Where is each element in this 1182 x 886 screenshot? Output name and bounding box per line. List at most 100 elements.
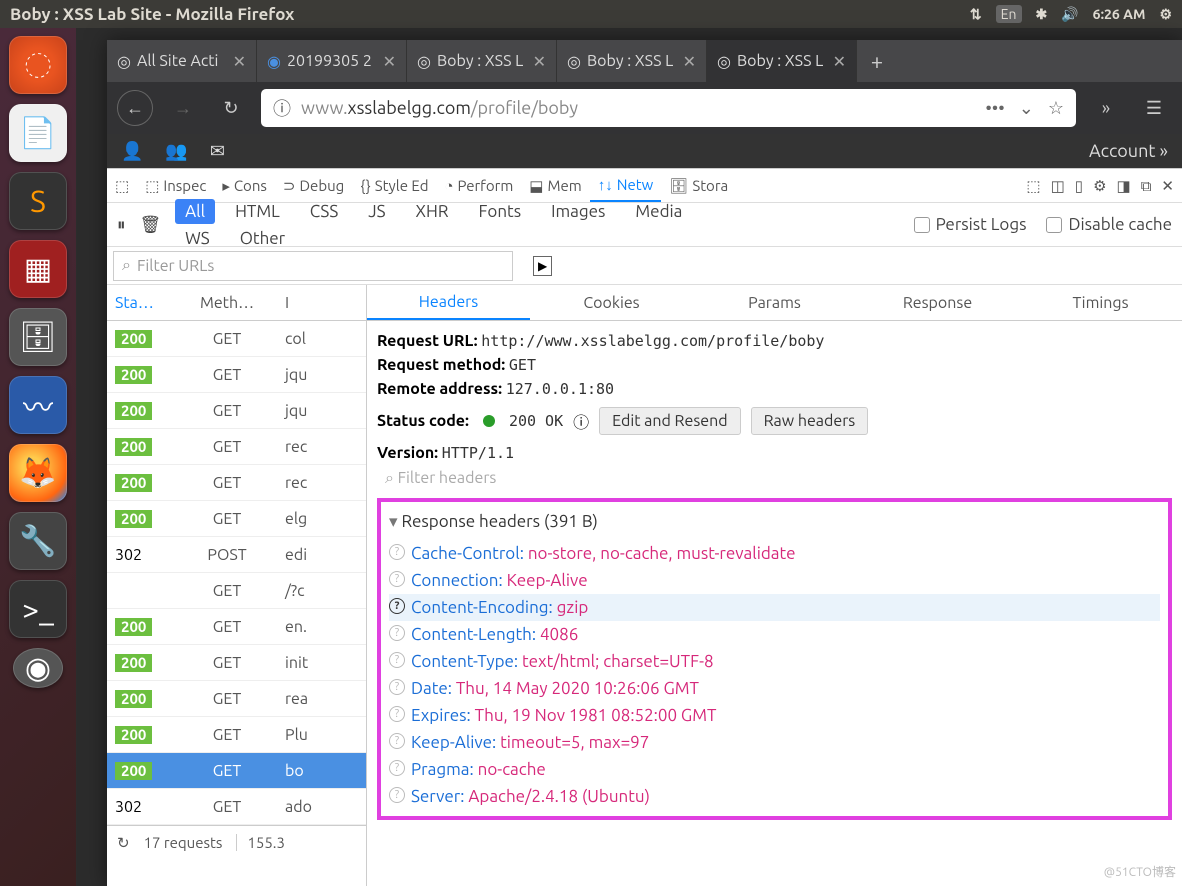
request-row[interactable]: 200GETjqu [107,393,366,429]
messages-icon[interactable]: ✉ [210,141,225,162]
col-method[interactable]: Meth… [177,294,277,312]
browser-tab-active[interactable]: ◎Boby : XSS L✕ [707,40,857,82]
close-icon[interactable]: ✕ [233,52,246,71]
dt-tab-debugger[interactable]: ⊃ Debug [275,169,352,202]
dt-tab-inspector[interactable]: ⬚ Inspec [137,169,214,202]
request-row[interactable]: 200GETrec [107,465,366,501]
profile-icon[interactable]: 👤 [121,141,143,162]
sublime-icon[interactable]: S [9,172,67,230]
col-file[interactable]: I [277,294,366,312]
request-row[interactable]: 200GETPlu [107,717,366,753]
text-editor-icon[interactable]: 📄 [9,104,67,162]
filter-fonts[interactable]: Fonts [468,199,531,224]
filter-urls-input[interactable]: ⌕ Filter URLs [113,251,513,281]
dt-tab-memory[interactable]: ⬓ Mem [521,169,589,202]
pick-element-icon[interactable]: ⬚ [107,169,137,202]
request-row[interactable]: 200GETrea [107,681,366,717]
tab-response[interactable]: Response [856,285,1019,320]
overflow-icon[interactable]: » [1088,90,1124,126]
settings-icon[interactable]: ⚙ [1093,177,1106,195]
bluetooth-icon[interactable]: ✱ [1036,6,1048,23]
filter-js[interactable]: JS [358,199,395,224]
dt-tab-perf[interactable]: ◔ Perform [436,169,521,202]
responsive-icon[interactable]: ⬚ [1026,177,1040,195]
meatball-icon[interactable]: ••• [985,98,1004,119]
popout-icon[interactable]: ⧉ [1141,177,1152,195]
files-icon[interactable]: 🗄 [9,308,67,366]
clock[interactable]: 6:26 AM [1093,6,1146,22]
persist-logs-checkbox[interactable]: Persist Logs [914,215,1027,234]
dock-icon[interactable]: ▯ [1075,177,1083,195]
browser-tab[interactable]: ◎Boby : XSS L✕ [557,40,707,82]
url-bar[interactable]: ⓘ www.xsslabelgg.com/profile/boby ••• ⌄ … [261,89,1076,127]
clear-icon[interactable]: 🗑 [140,215,162,235]
tab-params[interactable]: Params [693,285,856,320]
raw-headers-button[interactable]: Raw headers [751,407,869,435]
new-tab-button[interactable]: + [857,40,897,82]
filter-images[interactable]: Images [541,199,615,224]
lang-indicator[interactable]: En [996,5,1022,23]
back-button[interactable]: ← [117,90,153,126]
info-icon[interactable]: ⓘ [273,95,291,121]
menu-icon[interactable]: ☰ [1136,90,1172,126]
dash-icon[interactable]: ◌ [9,36,67,94]
request-row[interactable]: 302GETado [107,789,366,825]
wireshark-icon[interactable]: 〰 [9,376,67,434]
tab-cookies[interactable]: Cookies [530,285,693,320]
request-row[interactable]: 200GETcol [107,321,366,357]
close-icon[interactable]: ✕ [683,52,696,71]
tab-headers[interactable]: Headers [367,285,530,320]
browser-tab[interactable]: ◉20199305 2✕ [257,40,407,82]
edit-resend-button[interactable]: Edit and Resend [599,407,740,435]
request-row[interactable]: GET/?c [107,573,366,609]
help-icon[interactable]: ⓘ [573,409,589,433]
dt-tab-console[interactable]: ▸ Cons [214,169,275,202]
request-row[interactable]: 200GETjqu [107,357,366,393]
request-row[interactable]: 200GETelg [107,501,366,537]
settings-icon[interactable]: 🔧 [9,512,67,570]
browser-tab[interactable]: ◎Boby : XSS L✕ [407,40,557,82]
disable-cache-checkbox[interactable]: Disable cache [1046,215,1172,234]
col-status[interactable]: Sta… [107,294,177,312]
dvd-icon[interactable]: ◉ [13,648,63,688]
filter-media[interactable]: Media [625,199,692,224]
request-row[interactable]: 200GETrec [107,429,366,465]
request-row[interactable]: 200GETen. [107,609,366,645]
close-icon[interactable]: ✕ [383,52,396,71]
friends-icon[interactable]: 👥 [165,141,187,162]
dt-tab-storage[interactable]: 🗄 Stora [661,169,736,202]
filter-css[interactable]: CSS [300,199,348,224]
status-dot-icon [483,415,495,427]
firefox-icon[interactable]: 🦊 [9,444,67,502]
split-icon[interactable]: ◫ [1051,177,1065,195]
request-row[interactable]: 200GETinit [107,645,366,681]
response-headers-title[interactable]: Response headers (391 B) [389,508,1160,540]
network-icon[interactable]: ⇅ [970,6,982,23]
filter-all[interactable]: All [175,199,215,224]
close-devtools-icon[interactable]: ✕ [1161,177,1174,195]
volume-icon[interactable]: 🔊 [1061,6,1078,23]
dock-side-icon[interactable]: ◨ [1117,177,1131,195]
filter-headers-input[interactable]: ⌕ Filter headers [377,465,1172,492]
reload-button[interactable]: ↻ [213,90,249,126]
terminator-icon[interactable]: ▦ [9,240,67,298]
dt-tab-network[interactable]: ↑↓ Netw [590,169,662,202]
dt-tab-style[interactable]: {} Style Ed [352,169,436,202]
request-row[interactable]: 302POSTedi [107,537,366,573]
reload-icon[interactable]: ↻ [117,834,130,852]
filter-xhr[interactable]: XHR [406,199,459,224]
account-link[interactable]: Account » [1089,141,1168,161]
forward-button[interactable]: → [165,90,201,126]
har-icon[interactable]: ▶ [533,256,552,276]
close-icon[interactable]: ✕ [533,52,546,71]
power-icon[interactable]: ⚙ [1159,6,1172,23]
browser-tab[interactable]: ◎All Site Acti✕ [107,40,257,82]
pause-icon[interactable]: ⏸ [117,215,126,235]
request-row[interactable]: 200GETbo [107,753,366,789]
tab-timings[interactable]: Timings [1019,285,1182,320]
pocket-icon[interactable]: ⌄ [1019,98,1034,119]
bookmark-icon[interactable]: ☆ [1048,98,1064,119]
filter-html[interactable]: HTML [225,199,290,224]
close-icon[interactable]: ✕ [833,52,846,71]
terminal-icon[interactable]: >_ [9,580,67,638]
